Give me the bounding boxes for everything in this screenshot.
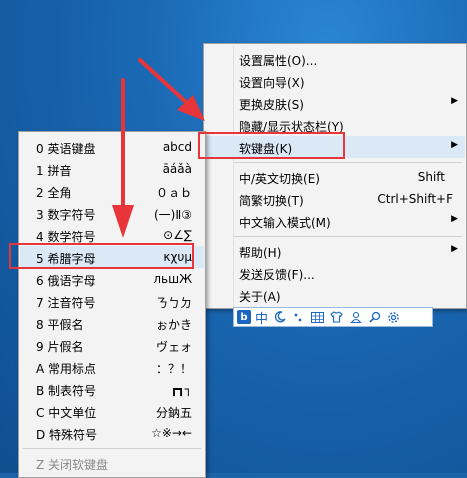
soft-keyboard-sample: ┏┓┐ — [170, 382, 192, 396]
search-icon[interactable] — [367, 310, 382, 325]
soft-keyboard-item[interactable]: B 制表符号 ┏┓┐ — [20, 378, 204, 400]
ime-context-menu: 设置属性(O)... 设置向导(X) 更换皮肤(S) ▶ 隐藏/显示状态栏(Y)… — [203, 43, 467, 309]
soft-keyboard-item[interactable]: 9 片假名 ヴェォ — [20, 334, 204, 356]
soft-keyboard-sample: ぉかき — [155, 318, 192, 332]
soft-keyboard-label: 1 拼音 — [36, 164, 72, 178]
soft-keyboard-item[interactable]: 8 平假名 ぉかき — [20, 312, 204, 334]
menu-item-shortcut: Ctrl+Shift+F — [377, 192, 453, 206]
soft-keyboard-sample: ：？！ — [155, 362, 192, 376]
menu-item-label: 帮助(H) — [239, 246, 282, 260]
soft-keyboard-label: 7 注音符号 — [36, 296, 96, 310]
soft-keyboard-sample: 分鈉五 — [155, 406, 192, 420]
soft-keyboard-sample: (一)Ⅱ③ — [153, 208, 192, 222]
soft-keyboard-item[interactable]: 6 俄语字母 льшЖ — [20, 268, 204, 290]
soft-keyboard-sample: ヴェォ — [155, 340, 192, 354]
annotation-box-greek-letters — [9, 243, 194, 269]
close-soft-keyboard-item[interactable]: Z 关闭软键盘 — [20, 452, 204, 474]
keyboard-icon[interactable] — [310, 310, 325, 325]
submenu-arrow-icon: ▶ — [451, 96, 458, 106]
soft-keyboard-item[interactable]: 3 数字符号 (一)Ⅱ③ — [20, 202, 204, 224]
submenu-arrow-icon: ▶ — [451, 214, 458, 224]
menu-item-settings[interactable]: 设置属性(O)... — [205, 48, 465, 70]
soft-keyboard-label: 2 全角 — [36, 186, 72, 200]
menu-item-skin[interactable]: 更换皮肤(S) ▶ — [205, 92, 465, 114]
menu-separator — [234, 236, 462, 237]
menu-item-cn-en-switch[interactable]: 中/英文切换(E) Shift — [205, 166, 465, 188]
menu-item-label: 简繁切换(T) — [239, 194, 304, 208]
ime-toolbar: b 中 — [233, 307, 433, 327]
shirt-icon[interactable] — [329, 310, 344, 325]
soft-keyboard-item[interactable]: 2 全角 ０ａｂ — [20, 180, 204, 202]
menu-item-wizard[interactable]: 设置向导(X) — [205, 70, 465, 92]
menu-item-simp-trad-switch[interactable]: 简繁切换(T) Ctrl+Shift+F — [205, 188, 465, 210]
menu-separator — [234, 162, 462, 163]
menu-item-feedback[interactable]: 发送反馈(F)... — [205, 262, 465, 284]
annotation-box-soft-keyboard — [198, 132, 345, 159]
soft-keyboard-sample: ⊙∠∑ — [163, 228, 192, 242]
input-mode-toggle[interactable]: 中 — [255, 308, 268, 327]
menu-separator — [23, 448, 201, 449]
punctuation-icon[interactable] — [291, 310, 306, 325]
soft-keyboard-label: 8 平假名 — [36, 318, 84, 332]
soft-keyboard-label: A 常用标点 — [36, 362, 97, 376]
soft-keyboard-item[interactable]: 0 英语键盘 abcd — [20, 136, 204, 158]
soft-keyboard-label: 3 数字符号 — [36, 208, 96, 222]
soft-keyboard-item[interactable]: D 特殊符号 ☆※→← — [20, 422, 204, 444]
soft-keyboard-item[interactable]: A 常用标点 ：？！ — [20, 356, 204, 378]
user-icon[interactable] — [348, 310, 363, 325]
soft-keyboard-sample: ☆※→← — [151, 426, 192, 440]
soft-keyboard-label: 0 英语键盘 — [36, 142, 96, 156]
soft-keyboard-label: Z 关闭软键盘 — [36, 458, 109, 472]
soft-keyboard-label: C 中文单位 — [36, 406, 97, 420]
gear-icon[interactable] — [386, 310, 401, 325]
menu-item-about[interactable]: 关于(A) — [205, 284, 465, 306]
soft-keyboard-label: D 特殊符号 — [36, 428, 98, 442]
soft-keyboard-label: B 制表符号 — [36, 384, 97, 398]
moon-icon[interactable] — [272, 310, 287, 325]
soft-keyboard-submenu: 0 英语键盘 abcd 1 拼音 āáǎà 2 全角 ０ａｂ 3 数字符号 (一… — [18, 131, 206, 478]
menu-item-label: 设置属性(O)... — [239, 54, 318, 68]
menu-item-label: 发送反馈(F)... — [239, 268, 315, 282]
soft-keyboard-sample: ０ａｂ — [155, 186, 192, 200]
soft-keyboard-label: 6 俄语字母 — [36, 274, 96, 288]
menu-item-label: 设置向导(X) — [239, 76, 305, 90]
menu-item-help[interactable]: 帮助(H) ▶ — [205, 240, 465, 262]
menu-item-label: 关于(A) — [239, 290, 281, 304]
baidu-logo-icon[interactable]: b — [237, 310, 251, 324]
soft-keyboard-label: 9 片假名 — [36, 340, 84, 354]
soft-keyboard-item[interactable]: 7 注音符号 ㄋㄅㄉ — [20, 290, 204, 312]
menu-item-input-mode[interactable]: 中文输入模式(M) ▶ — [205, 210, 465, 232]
submenu-arrow-icon: ▶ — [451, 140, 458, 150]
menu-item-shortcut: Shift — [417, 170, 445, 184]
soft-keyboard-sample: abcd — [162, 140, 192, 154]
menu-item-label: 中文输入模式(M) — [239, 216, 331, 230]
menu-item-label: 更换皮肤(S) — [239, 98, 304, 112]
soft-keyboard-sample: āáǎà — [162, 162, 192, 176]
soft-keyboard-sample: ㄋㄅㄉ — [155, 296, 192, 310]
soft-keyboard-item[interactable]: 1 拼音 āáǎà — [20, 158, 204, 180]
soft-keyboard-item[interactable]: C 中文单位 分鈉五 — [20, 400, 204, 422]
soft-keyboard-sample: льшЖ — [153, 272, 192, 286]
submenu-arrow-icon: ▶ — [451, 244, 458, 254]
menu-item-label: 中/英文切换(E) — [239, 172, 320, 186]
